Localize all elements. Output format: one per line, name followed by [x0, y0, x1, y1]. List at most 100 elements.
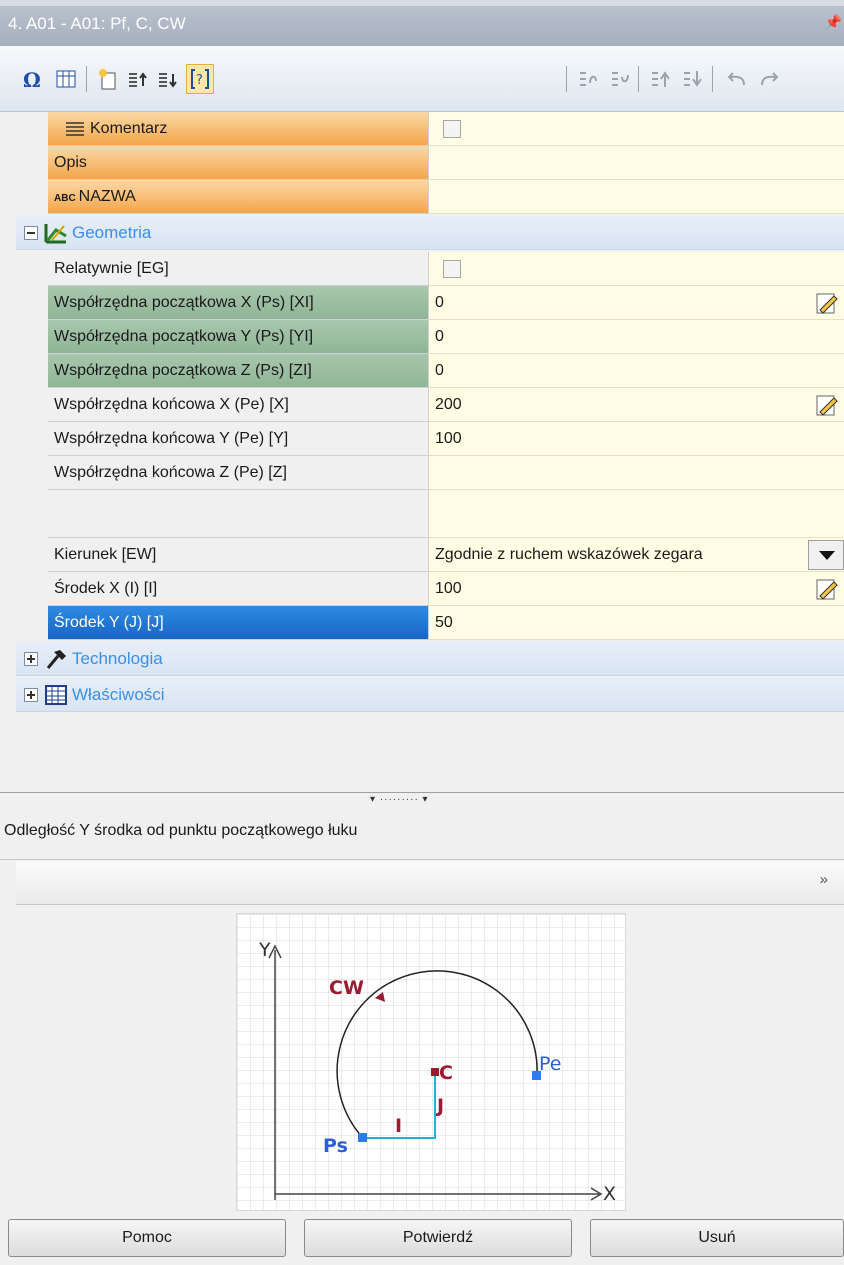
collapse-icon[interactable] [24, 226, 38, 240]
up-icon[interactable] [646, 64, 674, 94]
double-chevron-down-icon[interactable]: » [820, 871, 828, 888]
opis-label[interactable]: Opis [48, 146, 428, 180]
nazwa-label[interactable]: ABC NAZWA [48, 180, 428, 214]
splitter-handle[interactable]: ▾ ········· ▾ [0, 792, 844, 806]
xi-value-text: 0 [435, 294, 444, 311]
row-y: Współrzędna końcowa Y (Pe) [Y] 100 [16, 422, 844, 456]
move-up-icon[interactable] [124, 64, 152, 94]
row-srodek-y: Środek Y (J) [J] 50 [16, 606, 844, 640]
srodek-x-label[interactable]: Środek X (I) [I] [48, 572, 428, 606]
property-grid: Komentarz Opis ABC NAZWA Geometria Relaty… [16, 112, 844, 792]
row-komentarz: Komentarz [16, 112, 844, 146]
relatywnie-checkbox[interactable] [443, 260, 461, 278]
xi-label[interactable]: Współrzędna początkowa X (Ps) [XI] [48, 286, 428, 320]
group-wlasciwosci[interactable]: Właściwości [16, 678, 844, 712]
edit-icon[interactable] [816, 578, 838, 600]
pin-icon[interactable]: 📌 [825, 14, 842, 31]
table-icon [45, 685, 67, 705]
group-wlasciwosci-label: Właściwości [72, 685, 165, 704]
row-srodek-x: Środek X (I) [I] 100 [16, 572, 844, 606]
expand-icon[interactable] [24, 688, 38, 702]
kierunek-label[interactable]: Kierunek [EW] [48, 538, 428, 572]
move-down-icon[interactable] [154, 64, 182, 94]
save-icon[interactable] [606, 64, 634, 94]
help-panel: Odległość Y środka od punktu początkoweg… [0, 806, 844, 860]
edit-icon[interactable] [816, 394, 838, 416]
y-label[interactable]: Współrzędna końcowa Y (Pe) [Y] [48, 422, 428, 456]
redo-icon[interactable] [756, 64, 784, 94]
j-label: J [435, 1095, 444, 1117]
kierunek-value: Zgodnie z ruchem wskazówek zegara [435, 546, 703, 563]
z-label[interactable]: Współrzędna końcowa Z (Pe) [Z] [48, 456, 428, 490]
help-button[interactable]: Pomoc [8, 1219, 286, 1257]
group-geometria[interactable]: Geometria [16, 216, 844, 250]
group-geometria-label: Geometria [72, 223, 152, 242]
row-relatywnie: Relatywnie [EG] [16, 252, 844, 286]
toolbar-separator [712, 66, 713, 92]
row-x: Współrzędna końcowa X (Pe) [X] 200 [16, 388, 844, 422]
srodek-y-value[interactable]: 50 [428, 606, 844, 640]
i-label: I [395, 1115, 402, 1137]
nazwa-value[interactable] [428, 180, 844, 214]
window-title: 4. A01 - A01: Pf, C, CW [8, 14, 186, 33]
komentarz-label-text: Komentarz [90, 120, 168, 137]
srodek-x-value-text: 100 [435, 580, 462, 597]
y-value[interactable]: 100 [428, 422, 844, 456]
arc-diagram: Y X CW Pe C J I Ps [236, 913, 626, 1211]
arc-diagram-svg: Y X CW Pe C J I Ps [237, 914, 625, 1210]
toolbar: Ω ? [0, 46, 844, 112]
button-bar: Pomoc Potwierdź Usuń [0, 1211, 844, 1265]
xi-value[interactable]: 0 [428, 286, 844, 320]
start-point-marker [358, 1133, 367, 1142]
new-icon[interactable] [94, 64, 122, 94]
row-yi: Współrzędna początkowa Y (Ps) [YI] 0 [16, 320, 844, 354]
splitter-grip-icon: ▾ ········· ▾ [370, 794, 429, 805]
center-point-marker [431, 1068, 439, 1076]
open-icon[interactable] [574, 64, 602, 94]
toolbar-separator [638, 66, 639, 92]
row-zi: Współrzędna początkowa Z (Ps) [ZI] 0 [16, 354, 844, 388]
toolbar-separator [86, 66, 87, 92]
omega-icon[interactable]: Ω [18, 64, 46, 94]
preview-expander[interactable]: » [16, 861, 844, 905]
window-title-bar: 4. A01 - A01: Pf, C, CW 📌 [0, 0, 844, 46]
x-value-text: 200 [435, 396, 462, 413]
x-value[interactable]: 200 [428, 388, 844, 422]
opis-value[interactable] [428, 146, 844, 180]
zi-value[interactable]: 0 [428, 354, 844, 388]
delete-button[interactable]: Usuń [590, 1219, 844, 1257]
row-opis: Opis [16, 146, 844, 180]
brackets-icon[interactable]: ? [186, 64, 214, 94]
ps-label: Ps [323, 1135, 348, 1157]
zi-label[interactable]: Współrzędna początkowa Z (Ps) [ZI] [48, 354, 428, 388]
help-text: Odległość Y środka od punktu początkoweg… [4, 822, 358, 839]
x-axis-label: X [603, 1183, 616, 1205]
yi-label[interactable]: Współrzędna początkowa Y (Ps) [YI] [48, 320, 428, 354]
down-icon[interactable] [678, 64, 706, 94]
list-icon [66, 122, 84, 136]
edit-icon[interactable] [816, 292, 838, 314]
komentarz-checkbox[interactable] [443, 120, 461, 138]
dropdown-arrow-icon[interactable] [808, 540, 844, 570]
relatywnie-label[interactable]: Relatywnie [EG] [48, 252, 428, 286]
row-spacer [16, 490, 844, 538]
kierunek-select[interactable]: Zgodnie z ruchem wskazówek zegara [428, 538, 844, 572]
undo-icon[interactable] [722, 64, 750, 94]
komentarz-value[interactable] [428, 112, 844, 146]
cw-label: CW [329, 977, 364, 999]
srodek-y-label[interactable]: Środek Y (J) [J] [48, 606, 428, 640]
yi-value[interactable]: 0 [428, 320, 844, 354]
komentarz-label[interactable]: Komentarz [48, 112, 428, 146]
relatywnie-value[interactable] [428, 252, 844, 286]
geometry-icon [44, 224, 67, 244]
c-label: C [439, 1062, 453, 1084]
x-label[interactable]: Współrzędna końcowa X (Pe) [X] [48, 388, 428, 422]
y-axis-label: Y [258, 939, 271, 961]
grid-icon[interactable] [52, 64, 80, 94]
hammer-icon [46, 650, 66, 669]
confirm-button[interactable]: Potwierdź [304, 1219, 572, 1257]
group-technologia[interactable]: Technologia [16, 642, 844, 676]
srodek-x-value[interactable]: 100 [428, 572, 844, 606]
expand-icon[interactable] [24, 652, 38, 666]
z-value[interactable] [428, 456, 844, 490]
